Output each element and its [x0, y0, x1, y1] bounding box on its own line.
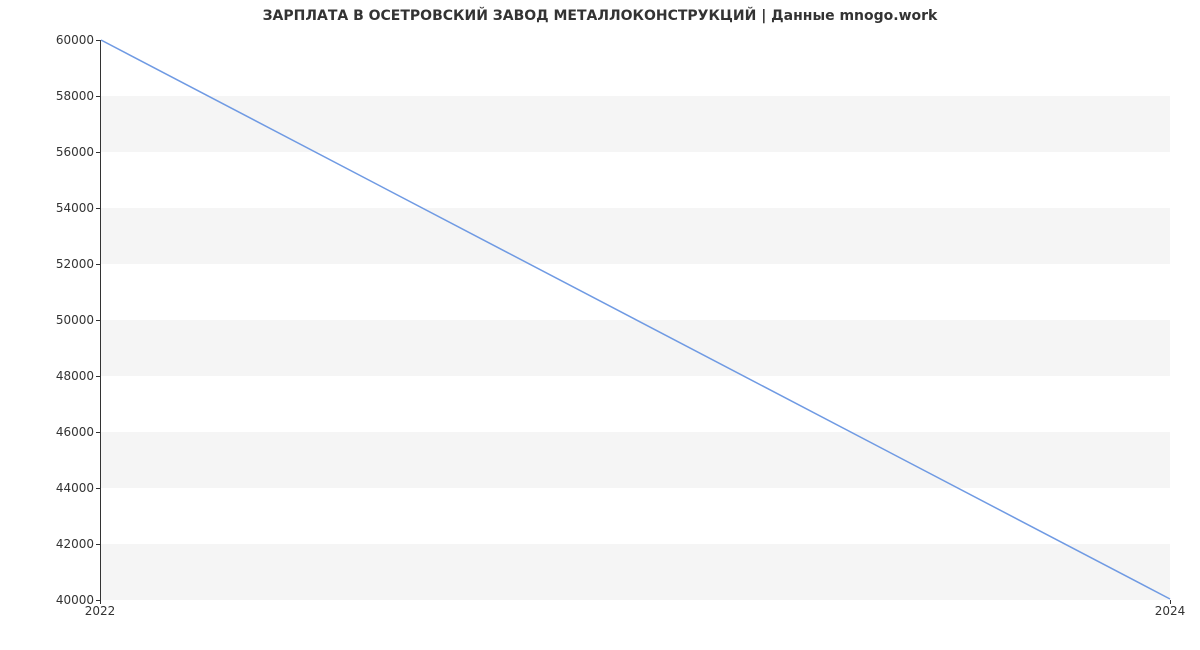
y-tick-mark	[96, 40, 100, 41]
y-tick-mark	[96, 544, 100, 545]
y-tick-label: 46000	[34, 425, 94, 439]
y-tick-label: 54000	[34, 201, 94, 215]
y-tick-label: 50000	[34, 313, 94, 327]
y-tick-mark	[96, 208, 100, 209]
y-tick-mark	[96, 320, 100, 321]
x-tick-mark	[100, 600, 101, 604]
y-tick-label: 56000	[34, 145, 94, 159]
data-line	[101, 40, 1170, 599]
y-tick-mark	[96, 264, 100, 265]
plot-area	[100, 40, 1170, 600]
y-tick-mark	[96, 376, 100, 377]
chart-title: ЗАРПЛАТА В ОСЕТРОВСКИЙ ЗАВОД МЕТАЛЛОКОНС…	[0, 8, 1200, 24]
y-tick-mark	[96, 96, 100, 97]
x-tick-label: 2024	[1155, 604, 1186, 618]
line-layer	[101, 40, 1170, 599]
y-tick-mark	[96, 152, 100, 153]
y-tick-label: 42000	[34, 537, 94, 551]
y-tick-label: 48000	[34, 369, 94, 383]
x-tick-mark	[1170, 600, 1171, 604]
y-tick-label: 44000	[34, 481, 94, 495]
y-tick-label: 52000	[34, 257, 94, 271]
x-tick-label: 2022	[85, 604, 116, 618]
y-tick-mark	[96, 488, 100, 489]
y-tick-label: 58000	[34, 89, 94, 103]
chart-container: ЗАРПЛАТА В ОСЕТРОВСКИЙ ЗАВОД МЕТАЛЛОКОНС…	[0, 0, 1200, 650]
y-tick-label: 60000	[34, 33, 94, 47]
y-tick-mark	[96, 432, 100, 433]
